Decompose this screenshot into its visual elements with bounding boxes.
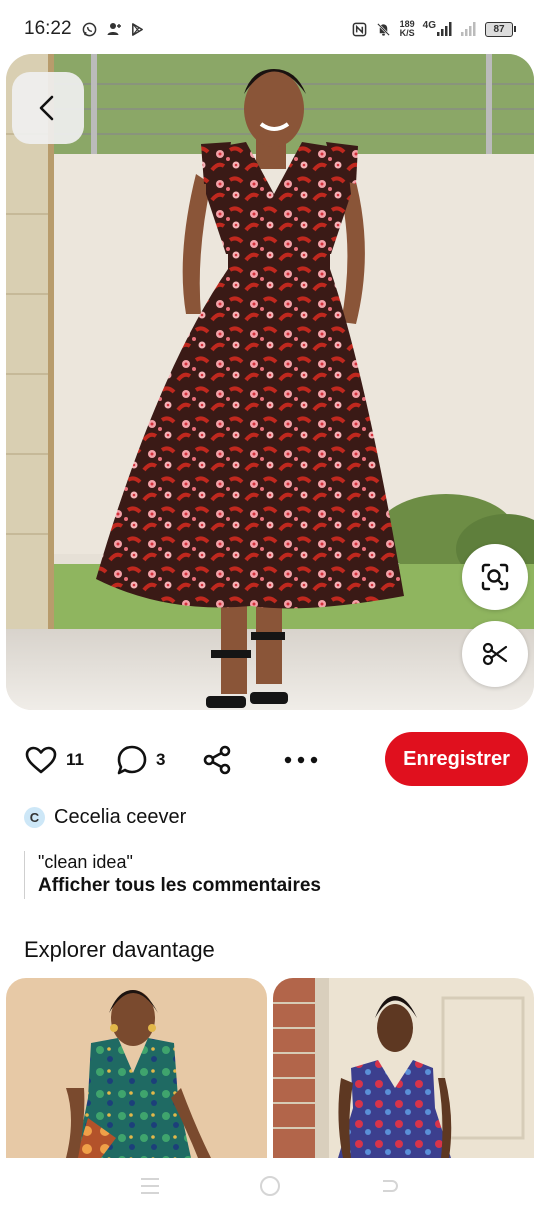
back-button[interactable] bbox=[12, 72, 84, 144]
back-arrow-icon bbox=[383, 1179, 399, 1192]
pin-author[interactable]: C Cecelia ceever bbox=[24, 806, 186, 829]
home-circle-icon bbox=[259, 1175, 280, 1196]
like-count: 11 bbox=[66, 750, 84, 769]
chevron-left-icon bbox=[39, 95, 54, 121]
signal-strength-icon bbox=[437, 22, 452, 36]
comment-bubble-icon bbox=[117, 745, 147, 775]
system-nav-bar bbox=[0, 1158, 540, 1218]
share-icon bbox=[203, 745, 231, 775]
visual-search-button[interactable] bbox=[462, 544, 528, 610]
comment-preview[interactable]: "clean idea" Afficher tous les commentai… bbox=[24, 851, 321, 899]
share-button[interactable] bbox=[201, 730, 233, 790]
related-pin-image bbox=[273, 978, 534, 1158]
back-nav-button[interactable] bbox=[379, 1175, 401, 1202]
signal-strength-weak-icon bbox=[461, 21, 477, 37]
related-pin-image bbox=[6, 978, 267, 1158]
heart-icon bbox=[25, 746, 57, 774]
action-bar: 11 3 Enregistrer bbox=[0, 730, 540, 790]
status-bar: 16:22 189 K/S 4G 87 bbox=[0, 0, 540, 58]
avatar: C bbox=[24, 807, 45, 828]
scissors-icon bbox=[482, 642, 508, 666]
nfc-icon bbox=[352, 21, 368, 37]
save-button[interactable]: Enregistrer bbox=[385, 732, 528, 786]
battery-indicator: 87 bbox=[485, 21, 516, 37]
home-button[interactable] bbox=[258, 1174, 282, 1203]
explore-more-heading: Explorer davantage bbox=[24, 937, 215, 962]
comment-text: "clean idea" bbox=[38, 852, 133, 872]
status-time: 16:22 bbox=[24, 18, 72, 39]
network-type: 4G bbox=[423, 20, 453, 36]
related-pin-2[interactable] bbox=[273, 978, 534, 1158]
view-all-comments-link[interactable]: Afficher tous les commentaires bbox=[38, 873, 321, 899]
comment-count: 3 bbox=[156, 750, 166, 769]
more-horizontal-icon bbox=[284, 756, 318, 764]
cutout-button[interactable] bbox=[462, 621, 528, 687]
network-speed: 189 K/S bbox=[399, 19, 415, 38]
more-options-button[interactable] bbox=[283, 730, 319, 790]
recent-apps-button[interactable] bbox=[139, 1176, 161, 1201]
whatsapp-icon bbox=[82, 21, 98, 37]
pin-image[interactable] bbox=[6, 54, 534, 710]
author-name: Cecelia ceever bbox=[54, 806, 187, 828]
visual-search-icon bbox=[481, 563, 509, 591]
dress-photo bbox=[6, 54, 534, 710]
user-add-icon bbox=[106, 21, 122, 37]
related-pin-1[interactable] bbox=[6, 978, 267, 1158]
like-button[interactable]: 11 bbox=[24, 730, 84, 790]
play-store-icon bbox=[130, 21, 146, 37]
menu-lines-icon bbox=[140, 1177, 159, 1194]
comment-button[interactable]: 3 bbox=[116, 730, 165, 790]
mute-bell-icon bbox=[376, 21, 392, 37]
